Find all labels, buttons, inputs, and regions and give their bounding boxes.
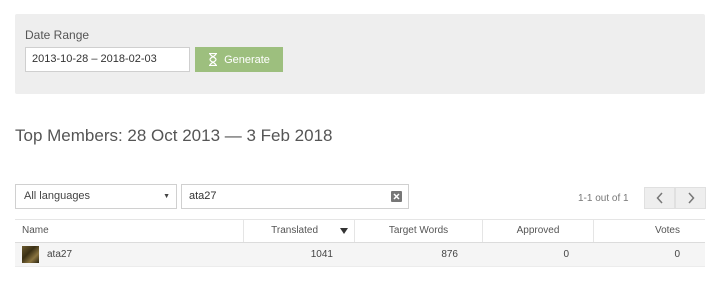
chevron-left-icon <box>655 192 663 204</box>
date-range-input[interactable]: 2013-10-28 – 2018-02-03 <box>25 47 190 72</box>
sort-desc-icon <box>340 228 348 234</box>
hourglass-icon <box>208 52 218 67</box>
table-header: Name Translated Target Words Approved Vo… <box>15 219 705 243</box>
generate-button[interactable]: Generate <box>195 47 283 72</box>
next-page-button[interactable] <box>675 187 706 209</box>
page-title: Top Members: 28 Oct 2013 — 3 Feb 2018 <box>15 126 333 145</box>
pager-text: 1-1 out of 1 <box>578 193 629 204</box>
search-input-value: ata27 <box>189 190 217 202</box>
column-header-approved[interactable]: Approved <box>483 220 594 242</box>
members-table: Name Translated Target Words Approved Vo… <box>15 219 705 267</box>
caret-down-icon: ▼ <box>163 193 170 200</box>
chevron-right-icon <box>687 192 695 204</box>
column-header-translated[interactable]: Translated <box>244 220 355 242</box>
column-header-name[interactable]: Name <box>15 220 244 242</box>
language-select[interactable]: All languages ▼ <box>15 184 177 209</box>
filter-panel: Date Range 2013-10-28 – 2018-02-03 Gener… <box>15 14 705 94</box>
target-words-cell: 876 <box>441 249 458 260</box>
clear-icon[interactable] <box>391 191 402 202</box>
column-header-target-words[interactable]: Target Words <box>355 220 483 242</box>
previous-page-button[interactable] <box>644 187 675 209</box>
column-header-translated-label: Translated <box>271 225 318 236</box>
column-header-votes[interactable]: Votes <box>594 220 705 242</box>
translated-cell: 1041 <box>310 249 333 260</box>
member-name-link[interactable]: ata27 <box>47 249 72 260</box>
language-select-value: All languages <box>24 190 91 202</box>
generate-button-label: Generate <box>224 53 270 66</box>
approved-cell: 0 <box>563 249 569 260</box>
avatar <box>22 245 39 263</box>
votes-cell: 0 <box>674 249 680 260</box>
table-row: ata27 1041 876 0 0 <box>15 243 705 267</box>
search-input[interactable]: ata27 <box>181 184 409 209</box>
date-range-label: Date Range <box>25 28 90 42</box>
member-cell: ata27 <box>15 243 244 266</box>
